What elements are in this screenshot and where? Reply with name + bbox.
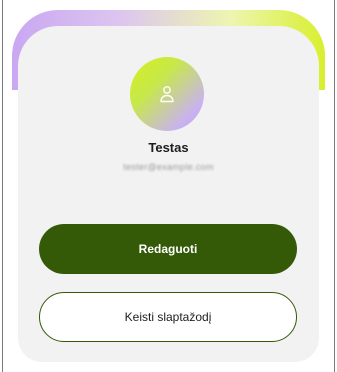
change-password-button-label: Keisti slaptažodį — [124, 310, 212, 324]
edit-button[interactable]: Redaguoti — [39, 224, 297, 274]
change-password-button[interactable]: Keisti slaptažodį — [39, 292, 297, 342]
avatar — [130, 57, 204, 131]
viewport: Testas tester@example.com Redaguoti Keis… — [0, 0, 337, 372]
user-icon — [160, 86, 174, 103]
frame-border-right — [334, 0, 335, 372]
edit-button-label: Redaguoti — [138, 242, 198, 256]
user-email: tester@example.com — [123, 162, 214, 172]
user-name: Testas — [148, 140, 189, 155]
frame-border-left — [2, 0, 3, 372]
